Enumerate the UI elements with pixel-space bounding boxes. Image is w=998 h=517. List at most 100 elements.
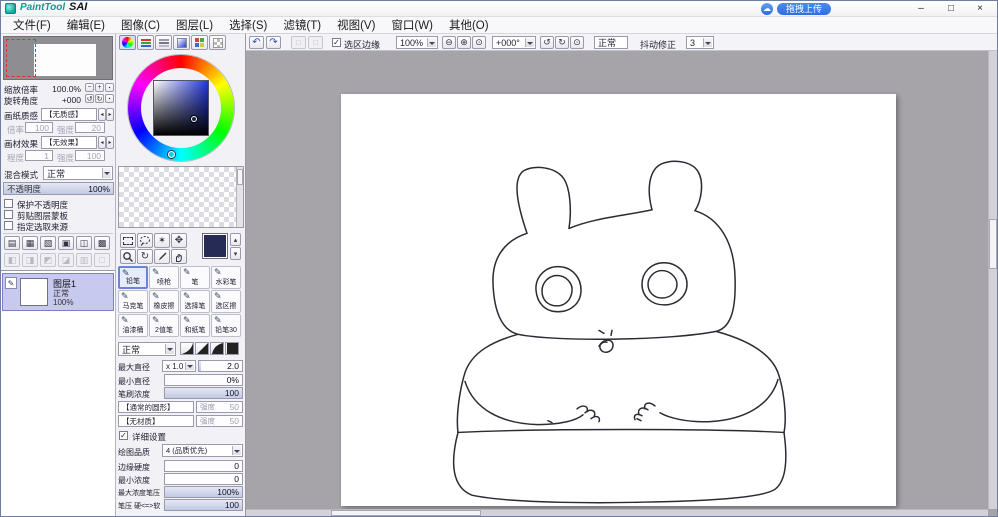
menu-edit[interactable]: 编辑(E)	[59, 16, 113, 34]
view-rotate-ccw-button[interactable]: ↺	[540, 36, 554, 49]
menu-file[interactable]: 文件(F)	[5, 16, 59, 34]
material-next-button[interactable]: ▸	[106, 136, 114, 149]
brush-edge-shape-convex[interactable]	[210, 342, 224, 355]
selection-edge-checkbox[interactable]: ✓	[332, 38, 341, 47]
selection-source-checkbox[interactable]	[4, 221, 13, 230]
brush-pencil30[interactable]: ✎铅笔30	[211, 314, 241, 337]
hand-tool[interactable]	[171, 249, 187, 264]
swatch-down-button[interactable]: ▾	[230, 247, 241, 260]
swatch-up-button[interactable]: ▴	[230, 233, 241, 246]
material-prev-button[interactable]: ◂	[98, 136, 106, 149]
brush-select-pen[interactable]: ✎选择笔	[180, 290, 210, 313]
color-scratchpad[interactable]	[118, 166, 244, 228]
layer-paste-button[interactable]: ◪	[58, 253, 74, 267]
rotate-tool[interactable]: ↻	[137, 249, 153, 264]
color-wheel[interactable]	[128, 55, 234, 161]
nav-rotate-cw-button[interactable]: ↻	[95, 94, 104, 103]
brush-paper-pen[interactable]: ✎和纸笔	[180, 314, 210, 337]
brush-edge-shape-concave[interactable]	[180, 342, 194, 355]
navigator-viewport-rect[interactable]	[6, 39, 36, 77]
paper-prev-button[interactable]: ◂	[98, 108, 106, 121]
magic-wand-tool[interactable]: ✶	[154, 233, 170, 248]
view-zoom-out-button[interactable]: ⊖	[442, 36, 456, 49]
duplicate-layer-button[interactable]: ▧	[40, 236, 56, 250]
brush-eraser[interactable]: ✎橡皮擦	[149, 290, 179, 313]
paper-texture-select[interactable]: 【无质感】	[41, 108, 97, 121]
material-effect-select[interactable]: 【无效果】	[41, 136, 97, 149]
view-rotate-cw-button[interactable]: ↻	[555, 36, 569, 49]
clipping-group-checkbox[interactable]	[4, 210, 13, 219]
max-diameter-slider[interactable]: 2.0	[198, 360, 243, 372]
brush-density-slider[interactable]: 100	[164, 387, 243, 399]
delete-layer-button[interactable]: ▩	[94, 236, 110, 250]
scratchpad-scrollbar[interactable]	[236, 167, 243, 227]
menu-others[interactable]: 其他(O)	[441, 16, 497, 34]
min-density-slider[interactable]: 0	[164, 473, 243, 485]
menu-canvas[interactable]: 图像(C)	[113, 16, 168, 34]
material-degree-slider[interactable]: 1	[25, 150, 53, 161]
close-button[interactable]: ×	[966, 1, 994, 16]
merge-layer-button[interactable]: ▣	[58, 236, 74, 250]
nav-zoom-in-button[interactable]: +	[95, 83, 104, 92]
brush-airbrush[interactable]: ✎喷枪	[149, 266, 179, 289]
brush-bucket[interactable]: ✎油漆桶	[118, 314, 148, 337]
minimize-button[interactable]: –	[907, 1, 935, 16]
edge-hardness-slider[interactable]: 0	[164, 460, 243, 472]
brush-pen[interactable]: ✎笔	[180, 266, 210, 289]
layer-opacity-slider[interactable]: 不透明度 100%	[3, 182, 114, 195]
lasso-tool[interactable]	[137, 233, 153, 248]
layer-mask-button[interactable]: ◧	[4, 253, 20, 267]
min-diameter-slider[interactable]: 0%	[164, 374, 243, 386]
menu-layer[interactable]: 图层(L)	[168, 16, 221, 34]
brush-shape-select[interactable]: 【通常的圆形】	[118, 401, 194, 413]
stabilizer-dropdown[interactable]: 3	[686, 36, 714, 49]
menu-filter[interactable]: 滤镜(T)	[275, 16, 329, 34]
eyedropper-tool[interactable]	[154, 249, 170, 264]
pressure-hard-soft-slider[interactable]: 100	[164, 499, 243, 511]
brush-binary-pen[interactable]: ✎2值笔	[149, 314, 179, 337]
layer-row-selected[interactable]: ✎ 图层1 正常 100%	[2, 273, 114, 311]
vertical-scrollbar-thumb[interactable]	[989, 219, 997, 269]
brush-edge-shape-hard[interactable]	[225, 342, 239, 355]
horizontal-scrollbar[interactable]	[246, 509, 988, 516]
advanced-settings-checkbox[interactable]: ✓	[119, 431, 128, 440]
brush-select-eraser[interactable]: ✎选区擦	[211, 290, 241, 313]
horizontal-scrollbar-thumb[interactable]	[331, 510, 481, 516]
brush-blend-dropdown[interactable]: 正常	[118, 342, 176, 356]
scratchpad-tab[interactable]	[209, 35, 226, 50]
layer-transfer-button[interactable]: ◨	[22, 253, 38, 267]
paper-strength-slider[interactable]: 20	[75, 122, 105, 133]
nav-rotate-reset-button[interactable]: ▪	[105, 94, 114, 103]
saturation-value-square[interactable]	[153, 80, 209, 136]
menu-selection[interactable]: 选择(S)	[221, 16, 275, 34]
clear-layer-button[interactable]: ◫	[76, 236, 92, 250]
nav-rotate-ccw-button[interactable]: ↺	[85, 94, 94, 103]
paper-next-button[interactable]: ▸	[106, 108, 114, 121]
hue-marker[interactable]	[168, 151, 175, 158]
sv-marker[interactable]	[191, 116, 197, 122]
brush-texture-strength-slider[interactable]: 强度 50	[196, 415, 243, 427]
redo-button[interactable]: ↷	[266, 36, 281, 49]
brush-marker[interactable]: ✎马克笔	[118, 290, 148, 313]
material-strength-slider[interactable]: 100	[75, 150, 105, 161]
diameter-unit-dropdown[interactable]: x 1.0	[162, 360, 196, 372]
nav-zoom-out-button[interactable]: −	[85, 83, 94, 92]
max-density-pressure-slider[interactable]: 100%	[164, 486, 243, 498]
drawing-quality-dropdown[interactable]: 4 (品质优先)	[162, 444, 243, 457]
rgb-sliders-tab[interactable]	[137, 35, 154, 50]
paper-scale-slider[interactable]: 100	[25, 122, 53, 133]
drag-upload-button[interactable]: ☁ 拖拽上传	[761, 3, 831, 15]
maximize-button[interactable]: □	[937, 1, 965, 16]
menu-window[interactable]: 窗口(W)	[383, 16, 441, 34]
undo-button[interactable]: ↶	[249, 36, 264, 49]
rect-select-tool[interactable]	[120, 233, 136, 248]
scratchpad-scrollbar-thumb[interactable]	[237, 169, 243, 185]
invert-selection-button[interactable]: □	[308, 36, 323, 49]
view-zoom-reset-button[interactable]: ⊙	[472, 36, 486, 49]
brush-pencil[interactable]: ✎铅笔	[118, 266, 148, 289]
view-rotate-reset-button[interactable]: ⊙	[570, 36, 584, 49]
new-layer-button[interactable]: ▤	[4, 236, 20, 250]
brush-shape-strength-slider[interactable]: 强度 50	[196, 401, 243, 413]
layer-down-button[interactable]: □	[94, 253, 110, 267]
layer-copy-button[interactable]: ◩	[40, 253, 56, 267]
